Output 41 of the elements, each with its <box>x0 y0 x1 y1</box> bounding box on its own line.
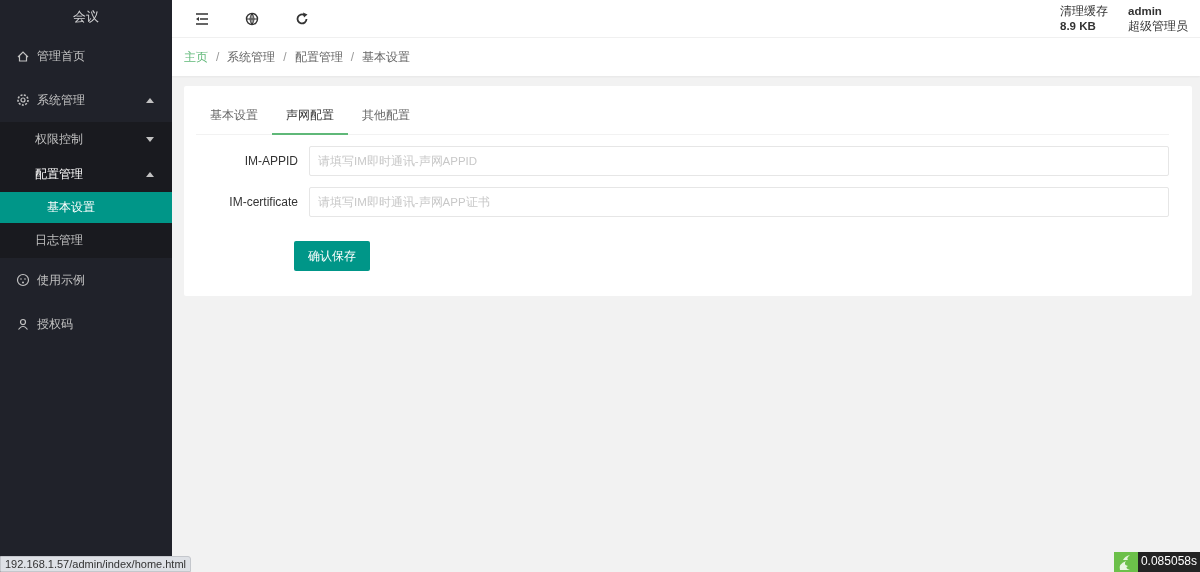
sidebar-item[interactable]: 授权码 <box>0 302 172 346</box>
sidebar-item[interactable]: 使用示例 <box>0 258 172 302</box>
globe-icon[interactable] <box>245 11 259 26</box>
submenu-item[interactable]: 配置管理 <box>0 157 172 192</box>
home-icon <box>16 49 30 63</box>
sidebar-label: 使用示例 <box>37 271 86 289</box>
status-url: 192.168.1.57/admin/index/home.html <box>0 556 191 572</box>
gear-icon <box>16 93 30 107</box>
user-role: 超级管理员 <box>1128 18 1188 34</box>
submenu-label: 权限控制 <box>35 131 84 148</box>
breadcrumb-link[interactable]: 基本设置 <box>362 48 411 66</box>
refresh-icon[interactable] <box>295 11 309 26</box>
submenu-item[interactable]: 基本设置 <box>0 192 172 223</box>
menu-icon[interactable] <box>195 11 209 26</box>
breadcrumb-separator: / <box>216 50 220 64</box>
trace-time: 0.085058s <box>1137 552 1200 572</box>
field-label: IM-APPID <box>243 154 299 168</box>
submenu-item[interactable]: 日志管理 <box>0 223 172 258</box>
clear-cache-link[interactable]: 清理缓存 <box>1060 3 1108 19</box>
submenu-item[interactable]: 权限控制 <box>0 122 172 157</box>
submenu-label: 配置管理 <box>35 166 84 183</box>
person-icon <box>16 317 30 331</box>
sidebar-item[interactable]: 管理首页 <box>0 34 172 78</box>
username[interactable]: admin <box>1128 3 1188 19</box>
tab[interactable]: 其他配置 <box>348 96 424 135</box>
app-title: 会议 <box>72 8 100 26</box>
sidebar-label: 授权码 <box>37 315 74 333</box>
tab[interactable]: 基本设置 <box>210 96 272 135</box>
face-icon <box>16 273 30 287</box>
submenu-label: 日志管理 <box>35 232 84 249</box>
breadcrumb-separator: / <box>350 50 355 64</box>
breadcrumb-link[interactable]: 系统管理 <box>227 48 276 66</box>
sidebar-label: 管理首页 <box>37 47 86 65</box>
tab[interactable]: 声网配置 <box>272 96 348 135</box>
sidebar-item[interactable]: 系统管理 <box>0 78 172 122</box>
breadcrumb-separator: / <box>283 50 287 64</box>
breadcrumb-link[interactable]: 配置管理 <box>294 48 343 66</box>
save-button[interactable]: 确认保存 <box>294 241 370 271</box>
field-label: IM-certificate <box>228 195 299 209</box>
sidebar-label: 系统管理 <box>37 91 86 109</box>
cache-size: 8.9 KB <box>1060 18 1097 34</box>
